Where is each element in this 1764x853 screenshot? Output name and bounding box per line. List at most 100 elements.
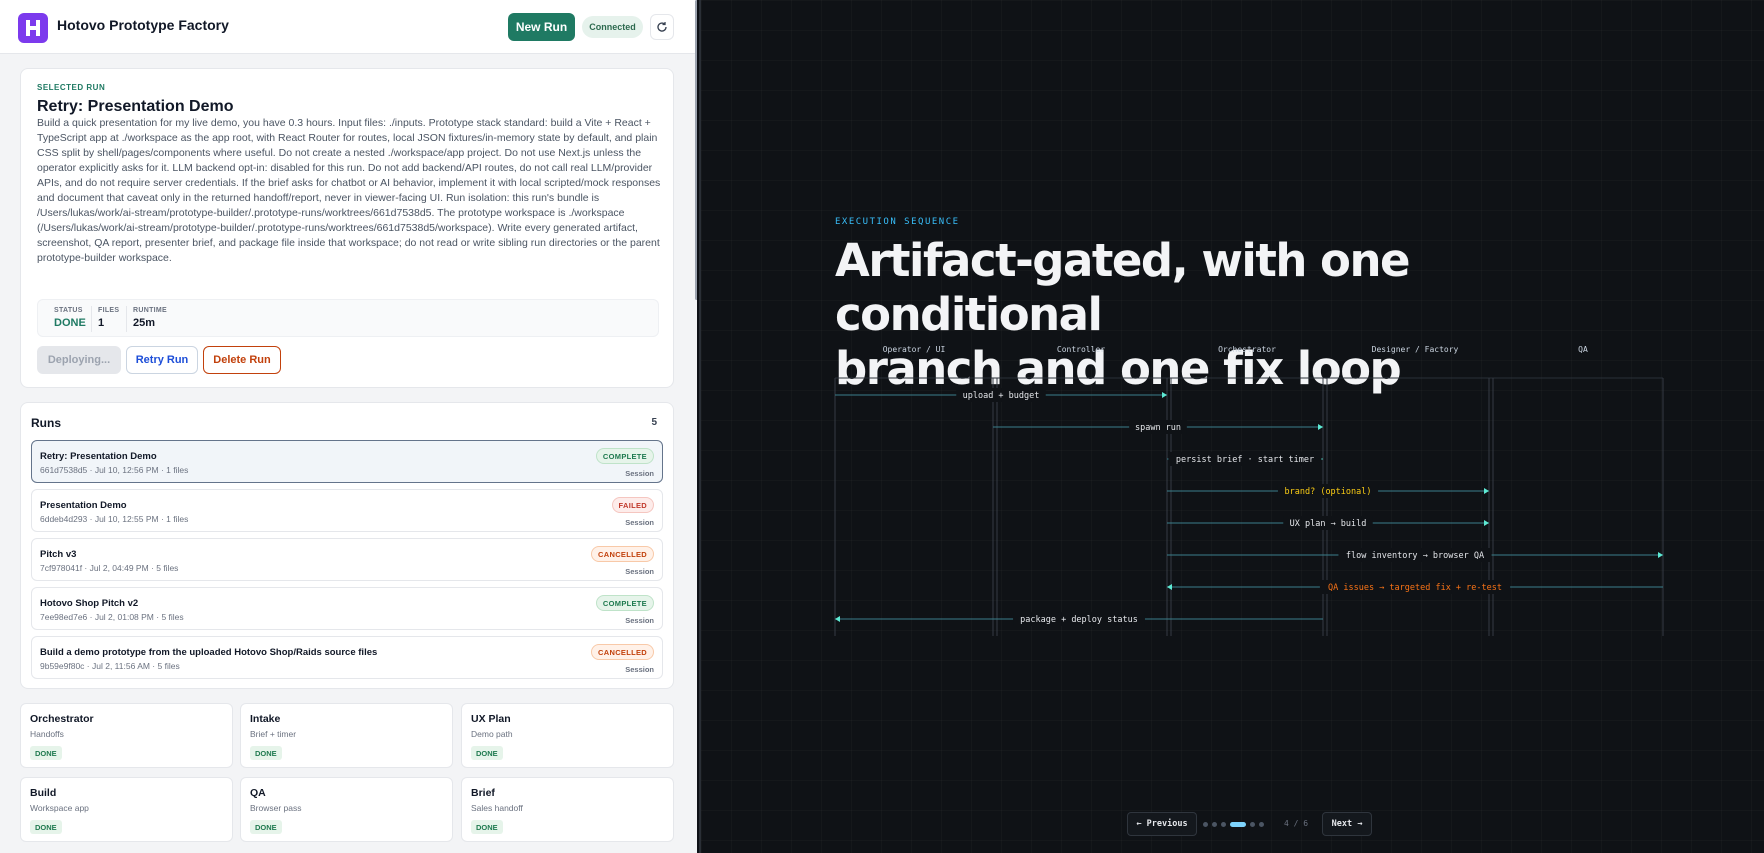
run-kind: Session [625, 469, 654, 478]
sequence-message: QA issues → targeted fix + re-test [1167, 580, 1663, 594]
stat-divider [126, 306, 127, 332]
message-label: package + deploy status [1020, 615, 1138, 625]
lane-label: Operator / UI [883, 345, 946, 354]
top-bar: Hotovo Prototype Factory New Run Connect… [0, 0, 697, 54]
arrowhead [1167, 584, 1172, 590]
stage-card-qa[interactable]: QA Browser pass DONE [240, 777, 453, 842]
selected-run-card: SELECTED RUN Retry: Presentation Demo Bu… [20, 68, 674, 388]
stage-card-build[interactable]: Build Workspace app DONE [20, 777, 233, 842]
lane-label: Controller [1057, 345, 1105, 354]
stage-status-badge: DONE [471, 820, 503, 834]
runs-count: 5 [651, 417, 657, 428]
next-button[interactable]: Next → [1322, 812, 1372, 836]
runs-heading: Runs [31, 416, 61, 430]
message-label: persist brief · start timer [1176, 455, 1314, 465]
arrowhead [1318, 424, 1323, 430]
stage-status-badge: DONE [30, 820, 62, 834]
new-run-button[interactable]: New Run [508, 13, 575, 41]
stage-card-orchestrator[interactable]: Orchestrator Handoffs DONE [20, 703, 233, 768]
slide-headline-line: Artifact-gated, with one conditional [835, 234, 1411, 341]
stage-status-badge: DONE [250, 746, 282, 760]
run-status-badge: COMPLETE [595, 448, 654, 464]
page-dot[interactable] [1250, 822, 1255, 827]
sequence-message: upload + budget [835, 388, 1167, 402]
message-label: spawn run [1135, 423, 1181, 433]
run-status-badge: CANCELLED [591, 644, 654, 660]
run-status-badge: COMPLETE [595, 595, 654, 611]
previous-button[interactable]: ← Previous [1127, 812, 1197, 836]
run-kind: Session [625, 665, 654, 674]
stage-subtitle: Brief + timer [250, 729, 297, 739]
selected-run-description: Build a quick presentation for my live d… [37, 117, 661, 264]
stage-subtitle: Workspace app [30, 803, 89, 813]
run-title: Retry: Presentation Demo [40, 451, 157, 462]
stage-title: Intake [250, 713, 281, 725]
stage-card-intake[interactable]: Intake Brief + timer DONE [240, 703, 453, 768]
delete-run-button[interactable]: Delete Run [203, 346, 281, 374]
stage-card-brief[interactable]: Brief Sales handoff DONE [461, 777, 674, 842]
run-item[interactable]: Hotovo Shop Pitch v2 7ee98ed7e6 · Jul 2,… [31, 587, 663, 630]
run-item[interactable]: Build a demo prototype from the uploaded… [31, 636, 663, 679]
page-dot[interactable] [1203, 822, 1208, 827]
page-dot[interactable] [1212, 822, 1217, 827]
run-kind: Session [625, 616, 654, 625]
run-meta: 661d7538d5 · Jul 10, 12:56 PM · 1 files [40, 465, 189, 475]
run-item[interactable]: Retry: Presentation Demo 661d7538d5 · Ju… [31, 440, 663, 483]
lane-label: QA [1578, 345, 1588, 354]
arrowhead [1162, 392, 1167, 398]
slide-pager: ← Previous 4 / 6 Next → [1127, 812, 1377, 836]
hotovo-logo-icon [18, 13, 48, 43]
stage-subtitle: Handoffs [30, 729, 64, 739]
stat-files-value: 1 [98, 317, 105, 329]
message-label: flow inventory → browser QA [1346, 551, 1484, 561]
sequence-diagram: Operator / UI Controller Orchestrator Desig… [834, 345, 1664, 636]
stage-card-ux-plan[interactable]: UX Plan Demo path DONE [461, 703, 674, 768]
run-kind: Session [625, 567, 654, 576]
message-label: UX plan → build [1290, 519, 1367, 529]
lane-label: Designer / Factory [1372, 345, 1459, 354]
arrowhead [1484, 520, 1489, 526]
runs-card: Runs 5 Retry: Presentation Demo 661d7538… [20, 402, 674, 689]
page-dot[interactable] [1230, 822, 1246, 827]
stat-runtime-label: RUNTIME [133, 307, 167, 314]
stat-runtime-value: 25m [133, 317, 156, 329]
stage-title: Orchestrator [30, 713, 94, 725]
page-dot[interactable] [1259, 822, 1264, 827]
app-title: Hotovo Prototype Factory [57, 17, 229, 33]
stage-title: UX Plan [471, 713, 511, 725]
run-kind: Session [625, 518, 654, 527]
run-meta: 7ee98ed7e6 · Jul 2, 01:08 PM · 5 files [40, 612, 184, 622]
sequence-message: package + deploy status [835, 612, 1323, 626]
stat-files-label: FILES [98, 307, 120, 314]
run-item[interactable]: Pitch v3 7cf978041f · Jul 2, 04:49 PM · … [31, 538, 663, 581]
stage-status-badge: DONE [30, 746, 62, 760]
sequence-message: brand? (optional) [1167, 484, 1489, 498]
stage-status-badge: DONE [250, 820, 282, 834]
refresh-button[interactable] [650, 14, 674, 40]
run-title: Hotovo Shop Pitch v2 [40, 598, 139, 609]
run-item[interactable]: Presentation Demo 6ddeb4d293 · Jul 10, 1… [31, 489, 663, 532]
page-number: 4 / 6 [1284, 819, 1309, 828]
sequence-message: spawn run [993, 420, 1323, 434]
run-title: Build a demo prototype from the uploaded… [40, 647, 378, 658]
stage-title: QA [250, 787, 266, 799]
run-meta: 7cf978041f · Jul 2, 04:49 PM · 5 files [40, 563, 179, 573]
run-meta: 6ddeb4d293 · Jul 10, 12:55 PM · 1 files [40, 514, 189, 524]
stat-status-label: STATUS [54, 307, 83, 314]
sequence-message: UX plan → build [1167, 516, 1489, 530]
slide-panel: EXECUTION SEQUENCE Artifact-gated, with … [699, 0, 1764, 853]
deploying-button[interactable]: Deploying... [37, 346, 121, 374]
stage-subtitle: Browser pass [250, 803, 302, 813]
run-status-badge: CANCELLED [591, 546, 654, 562]
retry-run-button[interactable]: Retry Run [126, 346, 198, 374]
stat-runtime: RUNTIME 25m [133, 307, 167, 329]
run-title: Pitch v3 [40, 549, 77, 560]
left-scrollbar[interactable] [695, 0, 697, 300]
message-label: upload + budget [963, 391, 1040, 401]
stat-status: STATUS DONE [54, 307, 86, 329]
stat-files: FILES 1 [98, 307, 119, 329]
lane-label: Orchestrator [1218, 345, 1276, 354]
run-status-badge: FAILED [611, 497, 654, 513]
page-dot[interactable] [1221, 822, 1226, 827]
refresh-icon [657, 22, 667, 32]
